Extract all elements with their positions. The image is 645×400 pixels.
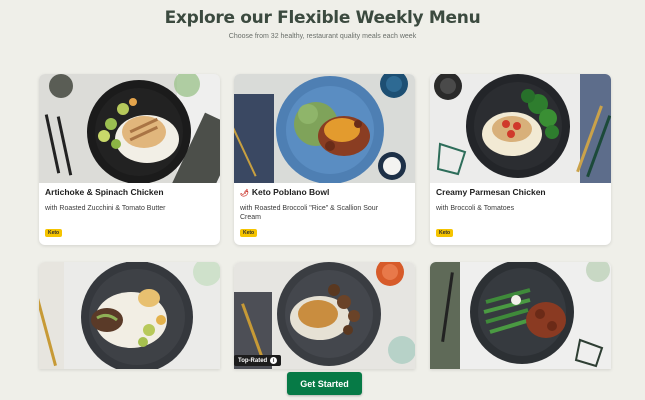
mushroom-chicken-photo	[234, 262, 415, 369]
meal-card-green-beans-meatballs[interactable]	[430, 262, 611, 369]
meal-name: Artichoke & Spinach Chicken	[45, 187, 164, 197]
keto-badge: Keto	[240, 229, 258, 237]
creamy-parmesan-chicken-photo	[430, 74, 611, 183]
meal-card-creamy-parmesan-chicken[interactable]: Creamy Parmesan Chicken with Broccoli & …	[430, 74, 611, 245]
page-subtitle: Choose from 32 healthy, restaurant quali…	[228, 33, 417, 40]
meal-description: with Roasted Zucchini & Tomato Butter	[45, 205, 166, 212]
chip-label: Top-Rated	[238, 357, 268, 364]
green-beans-meatballs-photo	[430, 262, 611, 369]
keto-poblano-bowl-photo	[234, 74, 415, 183]
keto-badge: Keto	[45, 229, 63, 237]
meal-card-steak-cauliflower-rice[interactable]	[39, 262, 220, 369]
info-icon[interactable]: i	[270, 357, 278, 364]
meal-description: with Roasted Broccoli "Rice" & Scallion …	[240, 205, 379, 221]
steak-cauliflower-rice-photo	[39, 262, 220, 369]
keto-badge: Keto	[436, 229, 454, 237]
artichoke-spinach-chicken-photo	[39, 74, 220, 183]
top-rated-chip: Top-Rated i	[234, 355, 282, 366]
meal-name: Creamy Parmesan Chicken	[436, 187, 546, 197]
page-title: Explore our Flexible Weekly Menu	[164, 8, 481, 28]
meal-name: 🌶 Keto Poblano Bowl	[240, 187, 330, 197]
meal-card-mushroom-chicken[interactable]: Top-Rated i	[234, 262, 415, 369]
meal-card-artichoke-spinach-chicken[interactable]: Artichoke & Spinach Chicken with Roasted…	[39, 74, 220, 245]
meal-description: with Broccoli & Tomatoes	[436, 205, 515, 212]
meal-card-keto-poblano-bowl[interactable]: 🌶 Keto Poblano Bowl with Roasted Broccoli…	[234, 74, 415, 245]
chili-pepper-icon: 🌶	[240, 190, 249, 197]
get-started-button[interactable]: Get Started	[287, 372, 362, 395]
